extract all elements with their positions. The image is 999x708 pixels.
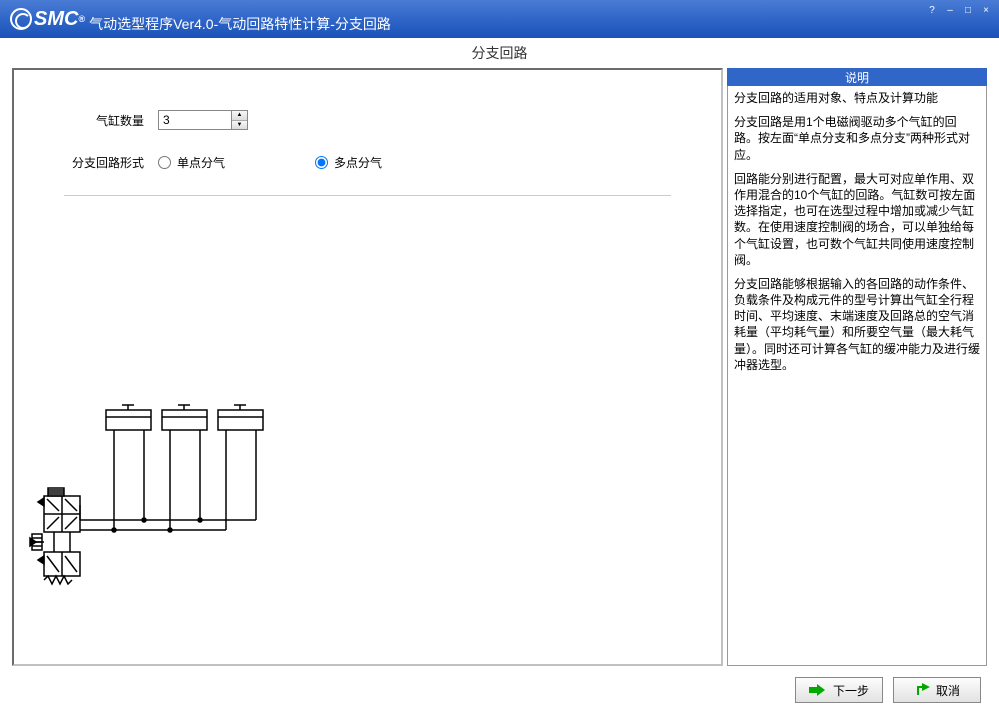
titlebar: SMC® 气动选型程序Ver4.0-气动回路特性计算-分支回路 ? – □ × [0, 0, 999, 38]
help-button[interactable]: ? [923, 2, 941, 18]
description-p3: 分支回路能够根据输入的各回路的动作条件、负载条件及构成元件的型号计算出气缸全行程… [734, 276, 980, 373]
maximize-button[interactable]: □ [959, 2, 977, 18]
radio-multi-label: 多点分气 [334, 154, 382, 171]
radio-multi-input[interactable] [315, 156, 328, 169]
branch-type-label: 分支回路形式 [64, 154, 144, 171]
logo-swirl-icon [10, 8, 32, 30]
next-button[interactable]: 下一步 [795, 677, 883, 703]
page-title: 分支回路 [0, 38, 999, 68]
window-title: 气动选型程序Ver4.0-气动回路特性计算-分支回路 [89, 14, 391, 34]
arrow-right-icon [809, 684, 827, 696]
circuit-diagram [14, 310, 721, 600]
button-bar: 下一步 取消 [0, 672, 999, 708]
spinner-down-icon[interactable]: ▼ [232, 121, 247, 130]
radio-single-point[interactable]: 单点分气 [158, 154, 225, 171]
cylinder-count-input[interactable] [159, 111, 231, 129]
radio-single-label: 单点分气 [177, 154, 225, 171]
cylinder-count-label: 气缸数量 [64, 112, 144, 129]
cancel-arrow-icon [914, 683, 930, 697]
smc-logo: SMC® [10, 8, 85, 31]
description-p2: 回路能分别进行配置，最大可对应单作用、双作用混合的10个气缸的回路。气缸数可按左… [734, 171, 980, 268]
minimize-button[interactable]: – [941, 2, 959, 18]
description-title: 分支回路的适用对象、特点及计算功能 [734, 90, 980, 106]
divider [64, 195, 671, 196]
main-panel: 气缸数量 ▲ ▼ 分支回路形式 单点分气 [12, 68, 723, 666]
spinner-up-icon[interactable]: ▲ [232, 111, 247, 121]
cancel-button-label: 取消 [936, 682, 960, 699]
description-body: 分支回路的适用对象、特点及计算功能 分支回路是用1个电磁阀驱动多个气缸的回路。按… [727, 86, 987, 666]
radio-multi-point[interactable]: 多点分气 [315, 154, 382, 171]
cancel-button[interactable]: 取消 [893, 677, 981, 703]
close-button[interactable]: × [977, 2, 995, 18]
description-p1: 分支回路是用1个电磁阀驱动多个气缸的回路。按左面“单点分支和多点分支”两种形式对… [734, 114, 980, 163]
next-button-label: 下一步 [833, 682, 869, 699]
radio-single-input[interactable] [158, 156, 171, 169]
cylinder-count-spinner[interactable]: ▲ ▼ [158, 110, 248, 130]
description-header: 说明 [727, 68, 987, 86]
logo-text: SMC [34, 8, 78, 31]
